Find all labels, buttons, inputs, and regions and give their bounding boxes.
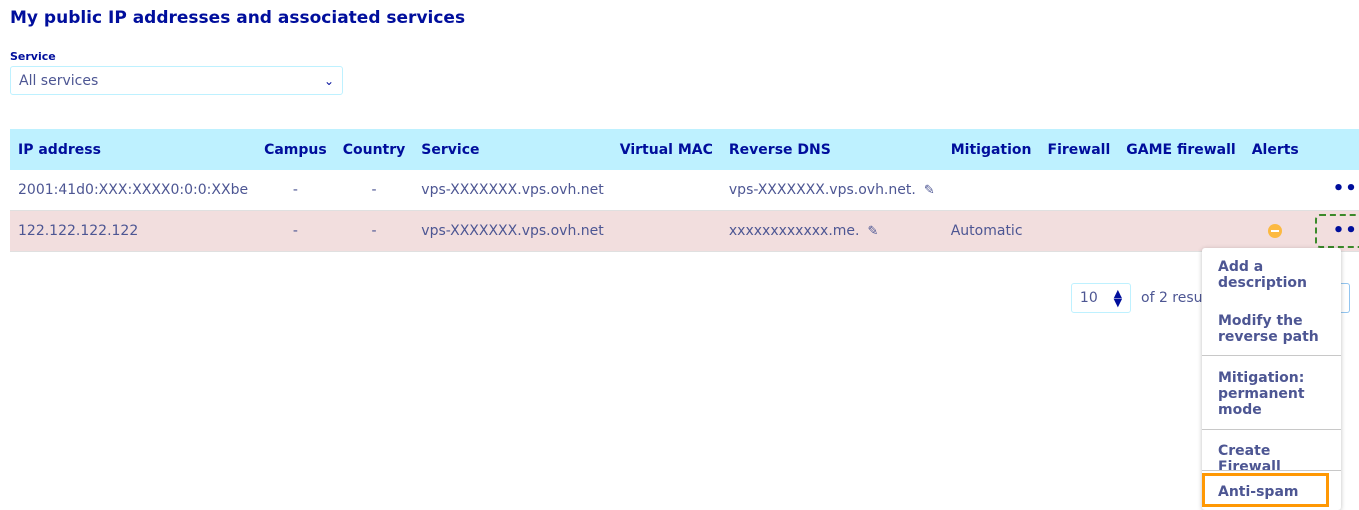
cell-mitigation	[942, 170, 1040, 211]
cell-virtual-mac	[611, 210, 721, 252]
edit-icon[interactable]: ✎	[867, 224, 878, 239]
cell-actions: •••	[1306, 210, 1359, 252]
cell-game-firewall	[1118, 210, 1244, 252]
cell-reverse-dns: xxxxxxxxxxxx.me. ✎	[720, 210, 943, 252]
ip-table: IP address Campus Country Service Virtua…	[10, 129, 1359, 252]
service-filter-select[interactable]: All services ⌄	[10, 66, 343, 95]
page-size-value: 10	[1079, 290, 1098, 306]
page-size-select[interactable]: 10 ▲ ▼	[1071, 283, 1131, 313]
results-count: of 2 resul	[1141, 290, 1207, 306]
reverse-dns-value: vps-XXXXXXX.vps.ovh.net.	[728, 182, 916, 198]
cell-firewall	[1039, 170, 1119, 211]
header-campus[interactable]: Campus	[256, 129, 335, 170]
cell-alerts	[1243, 210, 1307, 252]
header-firewall[interactable]: Firewall	[1040, 129, 1119, 170]
table-row: 2001:41d0:XXX:XXXX0:0:0:XXbe - - vps-XXX…	[10, 170, 1359, 211]
cell-service: vps-XXXXXXX.vps.ovh.net	[413, 170, 612, 211]
pagination: 10 ▲ ▼ of 2 resul	[1071, 283, 1206, 313]
table-header-row: IP address Campus Country Service Virtua…	[10, 129, 1359, 170]
cell-virtual-mac	[611, 170, 721, 211]
more-actions-button-active[interactable]: •••	[1314, 214, 1359, 248]
anti-spam-highlight	[1202, 473, 1329, 507]
cell-service: vps-XXXXXXX.vps.ovh.net	[413, 210, 612, 252]
header-service[interactable]: Service	[413, 129, 611, 170]
menu-divider	[1202, 355, 1341, 356]
service-filter-value: All services	[19, 72, 99, 89]
edit-icon[interactable]: ✎	[924, 183, 935, 198]
cell-game-firewall	[1118, 170, 1244, 211]
reverse-dns-value: xxxxxxxxxxxx.me.	[728, 223, 860, 239]
actions-dropdown-menu: Add a description Modify the reverse pat…	[1202, 248, 1341, 510]
page: My public IP addresses and associated se…	[0, 0, 1359, 510]
table-row: 122.122.122.122 - - vps-XXXXXXX.vps.ovh.…	[10, 210, 1359, 252]
header-ip-address[interactable]: IP address	[10, 129, 256, 170]
menu-item-mitigation-permanent[interactable]: Mitigation: permanent mode	[1218, 370, 1330, 418]
header-virtual-mac[interactable]: Virtual MAC	[612, 129, 721, 170]
cell-ip: 2001:41d0:XXX:XXXX0:0:0:XXbe	[10, 170, 257, 211]
cell-campus: -	[256, 170, 335, 211]
menu-divider	[1202, 470, 1341, 471]
cell-campus: -	[256, 210, 335, 252]
page-title: My public IP addresses and associated se…	[10, 8, 466, 28]
header-game-firewall[interactable]: GAME firewall	[1118, 129, 1243, 170]
cell-firewall	[1039, 210, 1119, 252]
header-actions	[1307, 129, 1359, 170]
header-alerts: Alerts	[1251, 141, 1299, 158]
header-mitigation[interactable]: Mitigation	[943, 129, 1040, 170]
more-actions-button[interactable]: •••	[1327, 180, 1359, 198]
cell-country: -	[334, 170, 414, 211]
cell-mitigation: Automatic	[942, 210, 1040, 252]
alert-warning-icon	[1268, 224, 1283, 238]
cell-reverse-dns: vps-XXXXXXX.vps.ovh.net. ✎	[720, 170, 943, 211]
header-country[interactable]: Country	[335, 129, 414, 170]
chevron-down-icon: ⌄	[323, 73, 334, 88]
header-reverse-dns[interactable]: Reverse DNS	[721, 129, 943, 170]
cell-ip: 122.122.122.122	[10, 210, 257, 252]
cell-actions: •••	[1306, 170, 1359, 211]
cell-alerts	[1243, 170, 1307, 211]
service-filter-label: Service	[10, 50, 56, 63]
cell-country: -	[334, 210, 414, 252]
menu-divider	[1202, 429, 1341, 430]
menu-item-add-description[interactable]: Add a description	[1218, 259, 1330, 291]
stepper-icon: ▲ ▼	[1113, 287, 1123, 309]
menu-item-modify-reverse-path[interactable]: Modify the reverse path	[1218, 313, 1330, 345]
